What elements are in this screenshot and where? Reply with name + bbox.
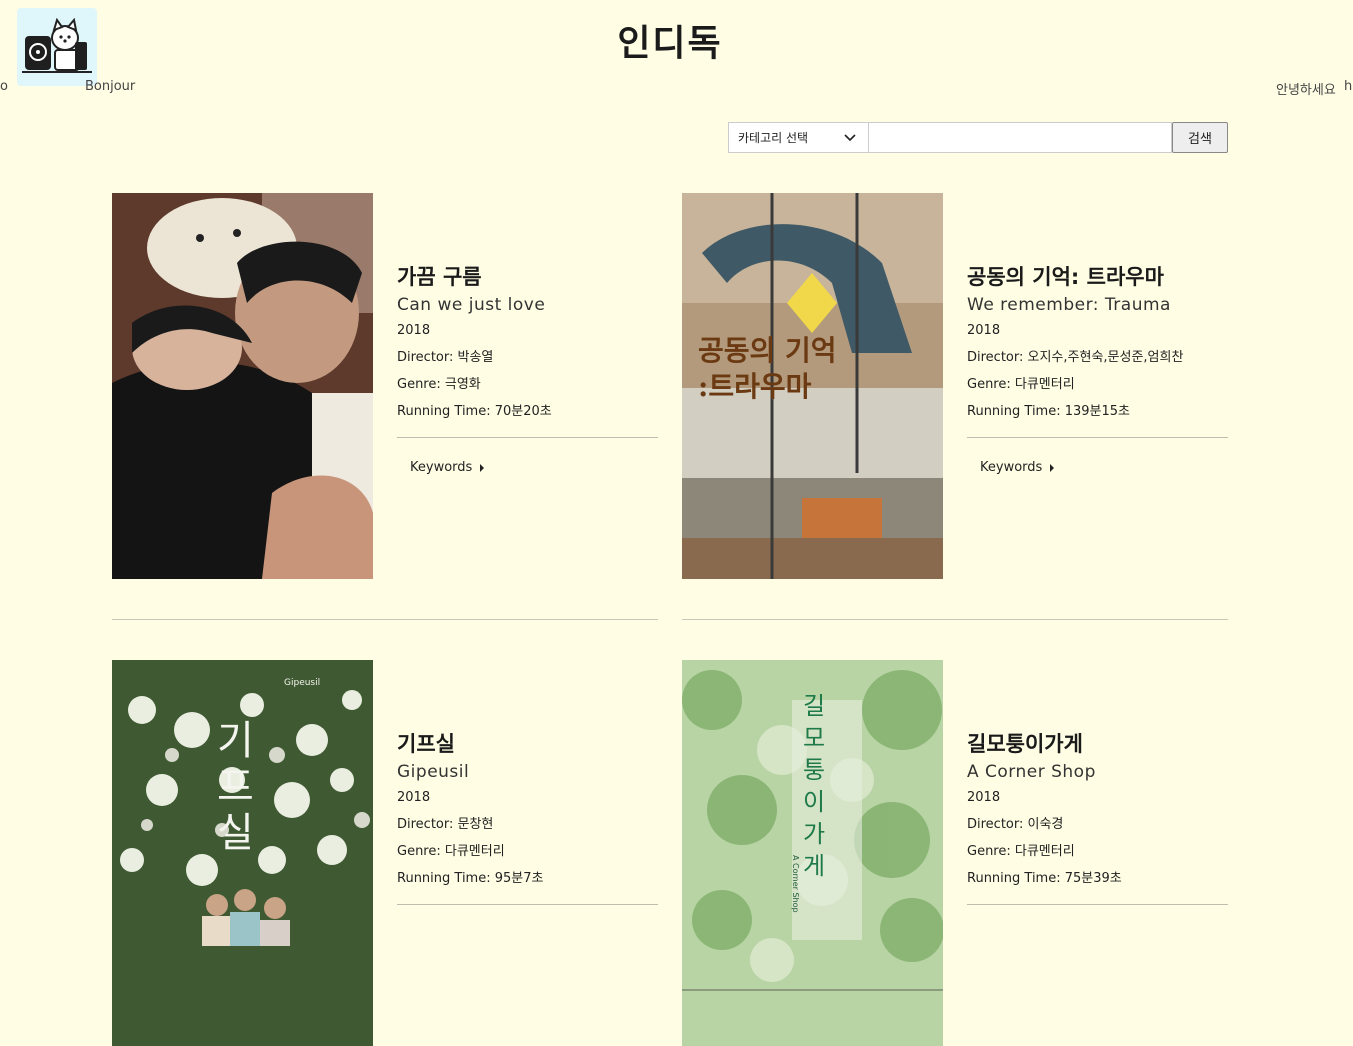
keywords-label: Keywords [410, 460, 473, 475]
chevron-down-icon [844, 133, 856, 141]
movie-director: Director: 이숙경 [967, 817, 1064, 832]
marquee-text: Bonjour [85, 79, 136, 94]
movie-running-time: Running Time: 139분15초 [967, 404, 1131, 419]
movie-genre: Genre: 다큐멘터리 [397, 844, 505, 859]
movie-title-ko[interactable]: 가끔 구름 [397, 261, 658, 293]
poster-caption: A Corner Shop [791, 855, 800, 913]
movie-card[interactable]: 공동의 기억 :트라우마 공동의 기억: 트라우마 We remember: T… [682, 193, 1228, 579]
search-button[interactable]: 검색 [1172, 122, 1228, 153]
movie-poster[interactable]: 공동의 기억 :트라우마 [682, 193, 943, 579]
poster-title-text: 길모퉁이가게 [802, 692, 826, 880]
movie-year: 2018 [967, 323, 1001, 338]
movie-year: 2018 [397, 323, 431, 338]
greeting-marquee: o Bonjour 안녕하세요 h [0, 79, 1353, 97]
movie-director: Director: 문창현 [397, 817, 494, 832]
movie-poster[interactable] [112, 193, 373, 579]
marquee-text: h [1344, 79, 1353, 94]
movie-running-time: Running Time: 95분7초 [397, 871, 544, 886]
poster-title-text: 기프실 [217, 718, 254, 856]
movie-poster[interactable]: Gipeusil 기프실 [112, 660, 373, 1046]
movie-director: Director: 박송열 [397, 350, 494, 365]
movie-year: 2018 [967, 790, 1001, 805]
movie-genre: Genre: 다큐멘터리 [967, 377, 1075, 392]
info-divider [967, 904, 1228, 905]
row-divider [682, 619, 1228, 620]
movie-info: 기프실 Gipeusil 2018 Director: 문창현 Genre: 다… [397, 728, 658, 905]
category-select[interactable]: 카테고리 선택 [728, 122, 869, 153]
movie-title-en: Gipeusil [397, 762, 470, 782]
movie-card[interactable]: 길모퉁이가게 A Corner Shop 길모퉁이가게 A Corner Sho… [682, 660, 1228, 1046]
movie-year: 2018 [397, 790, 431, 805]
movie-title-ko[interactable]: 기프실 [397, 728, 658, 760]
search-bar: 카테고리 선택 검색 [728, 122, 1228, 153]
category-select-label: 카테고리 선택 [738, 131, 809, 145]
movie-info: 공동의 기억: 트라우마 We remember: Trauma 2018 Di… [967, 261, 1228, 475]
movie-title-en: Can we just love [397, 295, 546, 315]
movie-title-en: A Corner Shop [967, 762, 1096, 782]
row-divider [112, 619, 658, 620]
movie-genre: Genre: 극영화 [397, 377, 481, 392]
movie-info: 길모퉁이가게 A Corner Shop 2018 Director: 이숙경 … [967, 728, 1228, 905]
marquee-text: o [0, 79, 8, 94]
poster-title-text: 공동의 기억 :트라우마 [698, 334, 837, 403]
search-input[interactable] [869, 122, 1172, 153]
info-divider [397, 904, 658, 905]
info-divider [397, 437, 658, 438]
movie-title-ko[interactable]: 길모퉁이가게 [967, 728, 1228, 760]
info-divider [967, 437, 1228, 438]
keywords-button[interactable]: Keywords [980, 460, 1055, 475]
movie-running-time: Running Time: 70분20초 [397, 404, 552, 419]
movie-title-ko[interactable]: 공동의 기억: 트라우마 [967, 261, 1228, 293]
movie-card[interactable]: Gipeusil 기프실 기프실 Gipeusil 2018 Director:… [112, 660, 658, 1046]
movie-director: Director: 오지수,주현숙,문성준,엄희찬 [967, 350, 1184, 365]
movie-title-en: We remember: Trauma [967, 295, 1171, 315]
movie-poster[interactable]: 길모퉁이가게 A Corner Shop [682, 660, 943, 1046]
movie-genre: Genre: 다큐멘터리 [967, 844, 1075, 859]
marquee-text: 안녕하세요 [1276, 83, 1336, 97]
poster-caption: Gipeusil [284, 678, 321, 688]
movie-running-time: Running Time: 75분39초 [967, 871, 1122, 886]
caret-right-icon [1050, 463, 1055, 472]
keywords-button[interactable]: Keywords [410, 460, 485, 475]
movie-card[interactable]: 가끔 구름 Can we just love 2018 Director: 박송… [112, 193, 658, 579]
site-title: 인디독 [617, 22, 723, 64]
caret-right-icon [480, 463, 485, 472]
movie-info: 가끔 구름 Can we just love 2018 Director: 박송… [397, 261, 658, 475]
keywords-label: Keywords [980, 460, 1043, 475]
